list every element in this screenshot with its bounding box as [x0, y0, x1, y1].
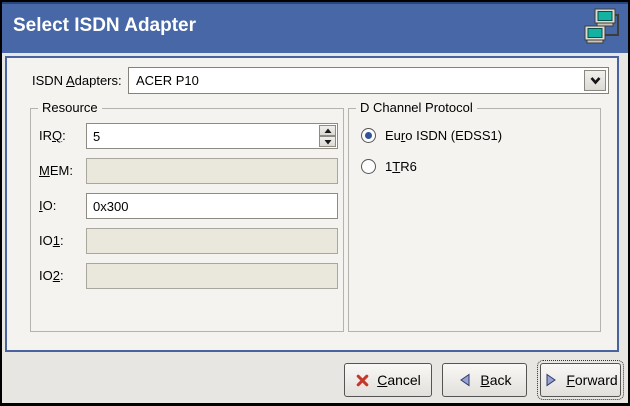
mem-field — [86, 158, 338, 184]
cancel-x-icon — [355, 373, 370, 388]
label-part: ISDN — [32, 73, 66, 88]
irq-row: IRQ: 5 — [31, 123, 343, 149]
mem-label: MEM: — [39, 163, 73, 178]
label-part: B — [480, 372, 489, 388]
io-field[interactable]: 0x300 — [86, 193, 338, 219]
label-part: R6 — [400, 159, 417, 174]
d-channel-protocol-group: D Channel Protocol Euro ISDN (EDSS1) 1TR… — [348, 108, 601, 332]
back-button[interactable]: Back — [442, 363, 527, 397]
io-row: IO: 0x300 — [31, 193, 343, 219]
button-label: Back — [480, 372, 511, 388]
spin-up-icon — [324, 128, 332, 134]
label-part: T — [392, 159, 400, 174]
label-part: EM: — [50, 163, 73, 178]
label-part: A — [66, 73, 75, 88]
label-part: O: — [43, 198, 57, 213]
button-label: Forward — [566, 372, 617, 388]
radio-label: Euro ISDN (EDSS1) — [385, 128, 502, 143]
monitor-back — [595, 9, 615, 26]
radio-dot — [365, 132, 372, 139]
label-part: IR — [39, 128, 52, 143]
label-part: ancel — [387, 372, 420, 388]
radio-euro-isdn[interactable]: Euro ISDN (EDSS1) — [361, 126, 502, 144]
resource-group-title: Resource — [38, 100, 102, 115]
label-part: IO — [39, 233, 53, 248]
spin-down-icon — [324, 139, 332, 145]
combobox-drop-button[interactable] — [584, 70, 606, 91]
label-part: 1 — [53, 233, 60, 248]
window-title: Select ISDN Adapter — [13, 15, 196, 37]
combobox-value: ACER P10 — [136, 73, 199, 88]
io2-label: IO2: — [39, 268, 64, 283]
spinner-buttons — [319, 125, 336, 147]
label-part: 2 — [53, 268, 60, 283]
io2-row: IO2: — [31, 263, 343, 289]
label-part: IO — [39, 268, 53, 283]
radio-indicator — [361, 128, 376, 143]
label-part: Eu — [385, 128, 401, 143]
label-part: M — [39, 163, 50, 178]
field-value: 0x300 — [93, 199, 128, 214]
radio-1tr6[interactable]: 1TR6 — [361, 157, 417, 175]
titlebar: Select ISDN Adapter — [2, 2, 628, 53]
label-part: C — [377, 372, 387, 388]
field-value: 5 — [93, 129, 100, 144]
label-part: orward — [575, 372, 618, 388]
label-part: dapters: — [75, 73, 122, 88]
dialog-body: ISDN Adapters: ACER P10 Resource IRQ: 5 — [2, 53, 628, 403]
radio-indicator — [361, 159, 376, 174]
isdn-adapter-combobox[interactable]: ACER P10 — [128, 67, 609, 94]
irq-label: IRQ: — [39, 128, 66, 143]
io-label: IO: — [39, 198, 56, 213]
label-part: : — [60, 233, 64, 248]
irq-spinbox[interactable]: 5 — [86, 123, 338, 149]
label-part: ack — [490, 372, 512, 388]
dropdown-arrow-icon — [589, 75, 602, 86]
label-part: : — [62, 128, 66, 143]
resource-group: Resource IRQ: 5 — [30, 108, 344, 332]
monitor-front — [585, 26, 605, 43]
forward-button[interactable]: Forward — [540, 363, 621, 397]
label-part: o ISDN (EDSS1) — [405, 128, 502, 143]
label-part: Q — [52, 128, 62, 143]
d-channel-group-title: D Channel Protocol — [356, 100, 477, 115]
label-part: F — [566, 372, 575, 388]
io1-row: IO1: — [31, 228, 343, 254]
radio-label: 1TR6 — [385, 159, 417, 174]
cancel-button[interactable]: Cancel — [344, 363, 432, 397]
spin-down-button[interactable] — [319, 136, 336, 147]
network-computers-icon — [581, 7, 621, 47]
button-label: Cancel — [377, 372, 421, 388]
dialog-window: Select ISDN Adapter ISDN Adapters: ACER … — [0, 0, 630, 406]
label-part: : — [60, 268, 64, 283]
io1-label: IO1: — [39, 233, 64, 248]
isdn-adapters-label: ISDN Adapters: — [32, 73, 122, 88]
spin-up-button[interactable] — [319, 125, 336, 136]
forward-arrow-icon — [543, 372, 559, 388]
back-arrow-icon — [457, 372, 473, 388]
io2-field — [86, 263, 338, 289]
io1-field — [86, 228, 338, 254]
mem-row: MEM: — [31, 158, 343, 184]
content-panel: ISDN Adapters: ACER P10 Resource IRQ: 5 — [5, 56, 619, 352]
